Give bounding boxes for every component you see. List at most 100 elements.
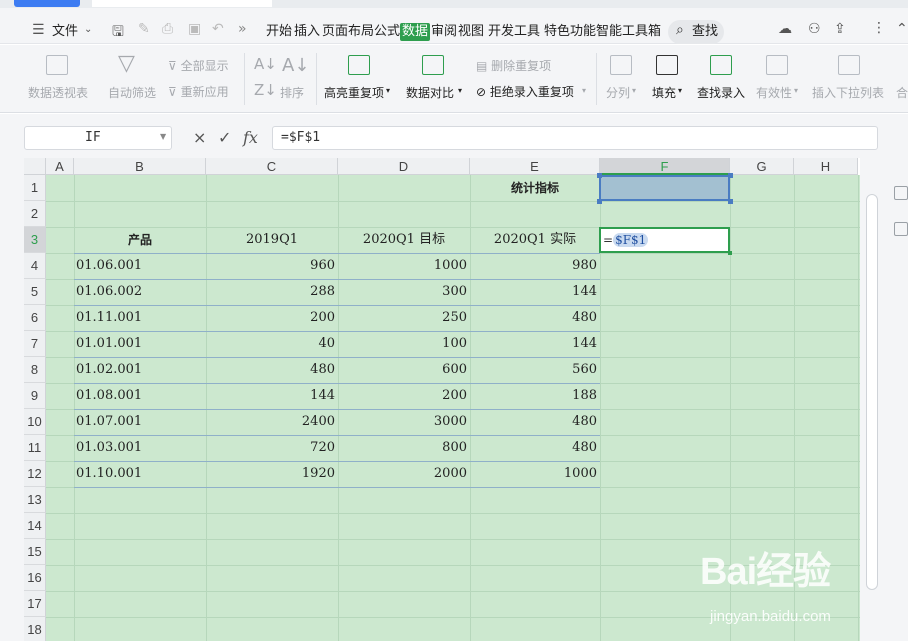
save-icon[interactable]: 🖫 xyxy=(112,21,124,45)
validity-button[interactable]: 有效性 xyxy=(756,84,792,101)
header-2019q1[interactable]: 2019Q1 xyxy=(206,227,338,253)
table-cell[interactable]: 144 xyxy=(470,331,600,357)
row-header[interactable]: 12 xyxy=(24,461,46,487)
row-header[interactable]: 16 xyxy=(24,565,46,591)
file-menu[interactable]: 文件 xyxy=(52,23,78,41)
row-header[interactable]: 9 xyxy=(24,383,46,409)
sort-desc-icon[interactable]: Z↓ xyxy=(254,81,277,99)
table-cell[interactable]: 960 xyxy=(206,253,338,279)
menu-smart-toolbox[interactable]: 智能工具箱 xyxy=(596,23,661,41)
pivot-table-button[interactable]: 数据透视表 xyxy=(28,84,88,101)
chevron-down-icon[interactable]: ▾ xyxy=(458,86,462,95)
settings-icon[interactable] xyxy=(894,186,908,200)
table-cell[interactable]: 980 xyxy=(470,253,600,279)
format-painter-icon[interactable]: ✎ xyxy=(138,21,150,37)
collab-icon[interactable]: ⚇ xyxy=(808,21,821,37)
more-tools-icon[interactable]: » xyxy=(238,21,247,37)
table-cell[interactable]: 01.02.001 xyxy=(76,357,206,383)
row-header[interactable]: 18 xyxy=(24,617,46,641)
header-2020q1-target[interactable]: 2020Q1 目标 xyxy=(338,227,470,253)
confirm-icon[interactable]: ✓ xyxy=(218,128,231,147)
table-cell[interactable]: 720 xyxy=(206,435,338,461)
row-header[interactable]: 4 xyxy=(24,253,46,279)
tab-workbook[interactable] xyxy=(92,0,272,7)
column-header-g[interactable]: G xyxy=(730,158,794,175)
chevron-down-icon[interactable]: ⌄ xyxy=(84,24,92,35)
cancel-icon[interactable]: × xyxy=(193,128,206,147)
column-header-c[interactable]: C xyxy=(206,158,338,175)
name-box[interactable]: IF xyxy=(24,126,172,150)
fill-button[interactable]: 填充 xyxy=(652,84,676,101)
table-cell[interactable]: 2000 xyxy=(338,461,470,487)
cloud-sync-icon[interactable]: ☁ xyxy=(778,21,792,37)
row-header[interactable]: 3 xyxy=(24,227,46,253)
menu-insert[interactable]: 插入 xyxy=(294,23,320,41)
reapply-button[interactable]: ⊽ 重新应用 xyxy=(168,83,229,100)
table-cell[interactable]: 300 xyxy=(338,279,470,305)
column-header-b[interactable]: B xyxy=(74,158,206,175)
cell-f1-referenced[interactable] xyxy=(599,175,730,201)
table-cell[interactable]: 600 xyxy=(338,357,470,383)
collapse-ribbon-icon[interactable]: ⌃ xyxy=(896,21,908,37)
insert-dropdown-button[interactable]: 插入下拉列表 xyxy=(812,84,884,101)
hamburger-icon[interactable]: ☰ xyxy=(32,22,45,38)
column-header-a[interactable]: A xyxy=(46,158,74,175)
table-cell[interactable]: 200 xyxy=(206,305,338,331)
column-header-f[interactable]: F xyxy=(600,158,730,175)
table-cell[interactable]: 01.03.001 xyxy=(76,435,206,461)
table-cell[interactable]: 01.07.001 xyxy=(76,409,206,435)
cell-e1[interactable]: 统计指标 xyxy=(470,175,600,201)
undo-icon[interactable]: ↶ xyxy=(212,21,224,37)
menu-view[interactable]: 视图 xyxy=(458,23,484,41)
chevron-down-icon[interactable]: ▾ xyxy=(582,86,586,95)
table-cell[interactable]: 3000 xyxy=(338,409,470,435)
row-header[interactable]: 7 xyxy=(24,331,46,357)
select-all-corner[interactable] xyxy=(24,158,46,175)
table-cell[interactable]: 01.11.001 xyxy=(76,305,206,331)
row-header[interactable]: 14 xyxy=(24,513,46,539)
table-cell[interactable]: 01.06.001 xyxy=(76,253,206,279)
table-cell[interactable]: 2400 xyxy=(206,409,338,435)
row-header[interactable]: 5 xyxy=(24,279,46,305)
reject-duplicates-button[interactable]: ⊘ 拒绝录入重复项 xyxy=(476,83,574,100)
header-product[interactable]: 产品 xyxy=(74,227,206,253)
table-cell[interactable]: 01.01.001 xyxy=(76,331,206,357)
table-cell[interactable]: 480 xyxy=(470,409,600,435)
show-all-button[interactable]: ⊽ 全部显示 xyxy=(168,57,229,74)
chevron-down-icon[interactable]: ▾ xyxy=(794,86,798,95)
cell-f3-editing[interactable]: = $F$1 xyxy=(599,227,730,253)
print-icon[interactable]: ⎙ xyxy=(162,21,173,37)
row-header[interactable]: 11 xyxy=(24,435,46,461)
vertical-scrollbar[interactable] xyxy=(866,194,878,590)
table-cell[interactable]: 480 xyxy=(470,305,600,331)
row-header[interactable]: 6 xyxy=(24,305,46,331)
chevron-down-icon[interactable]: ▾ xyxy=(386,86,390,95)
menu-page-layout[interactable]: 页面布局 xyxy=(322,23,374,41)
table-cell[interactable]: 144 xyxy=(206,383,338,409)
table-cell[interactable]: 480 xyxy=(206,357,338,383)
table-cell[interactable]: 1920 xyxy=(206,461,338,487)
table-cell[interactable]: 01.08.001 xyxy=(76,383,206,409)
menu-data[interactable]: 数据 xyxy=(400,23,431,41)
formula-input[interactable]: =$F$1 xyxy=(272,126,878,150)
insert-function-button[interactable]: fx xyxy=(243,128,258,147)
table-cell[interactable]: 100 xyxy=(338,331,470,357)
share-icon[interactable]: ⇪ xyxy=(834,21,846,37)
header-2020q1-actual[interactable]: 2020Q1 实际 xyxy=(470,227,600,253)
highlight-duplicates-button[interactable]: 高亮重复项 xyxy=(324,84,384,101)
table-cell[interactable]: 480 xyxy=(470,435,600,461)
row-header[interactable]: 17 xyxy=(24,591,46,617)
table-cell[interactable]: 1000 xyxy=(338,253,470,279)
row-header[interactable]: 10 xyxy=(24,409,46,435)
more-icon[interactable]: ⋮ xyxy=(872,20,886,36)
properties-icon[interactable] xyxy=(894,222,908,236)
table-cell[interactable]: 200 xyxy=(338,383,470,409)
find-entry-button[interactable]: 查找录入 xyxy=(697,84,745,101)
table-cell[interactable]: 144 xyxy=(470,279,600,305)
table-cell[interactable]: 1000 xyxy=(470,461,600,487)
merge-button[interactable]: 合 xyxy=(896,84,908,101)
row-header[interactable]: 8 xyxy=(24,357,46,383)
table-cell[interactable]: 01.06.002 xyxy=(76,279,206,305)
chevron-down-icon[interactable]: ▾ xyxy=(632,86,636,95)
table-cell[interactable]: 40 xyxy=(206,331,338,357)
